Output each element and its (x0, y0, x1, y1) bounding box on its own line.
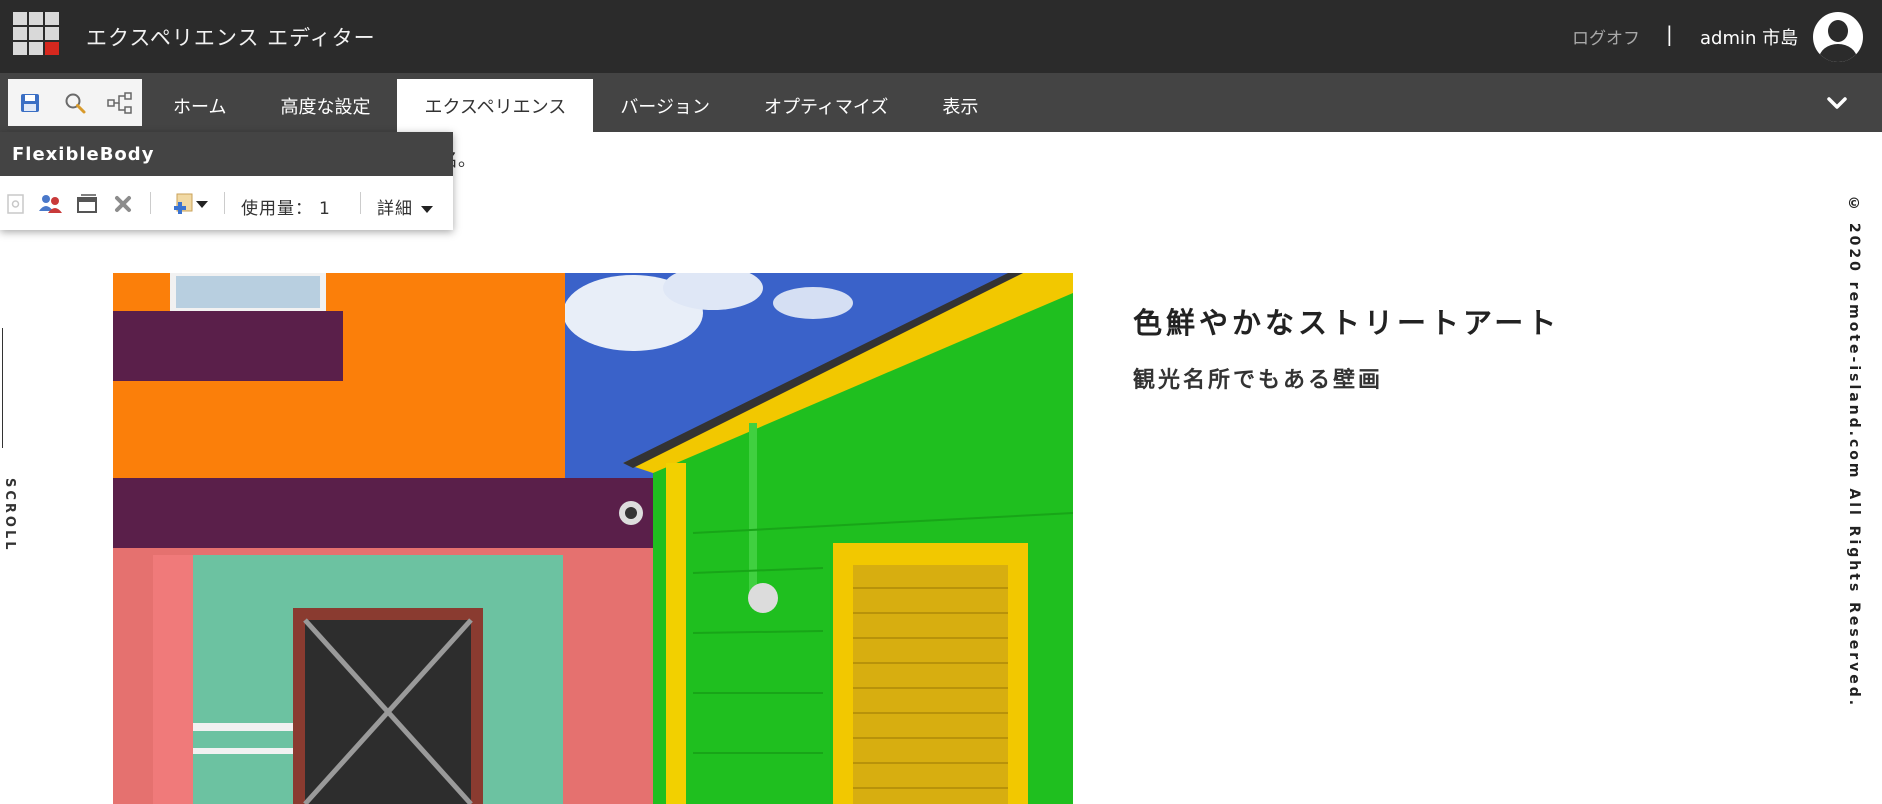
avatar[interactable] (1813, 12, 1863, 62)
delete-icon[interactable] (110, 191, 136, 217)
tab-advanced[interactable]: 高度な設定 (253, 79, 397, 132)
app-title: エクスペリエンス エディター (86, 26, 376, 50)
usage-value: 1 (319, 199, 331, 219)
tab-optimize[interactable]: オプティマイズ (737, 79, 915, 132)
street-art-photo (113, 273, 1073, 804)
usage-count: 使用量： 1 (241, 194, 331, 219)
tab-home[interactable]: ホーム (146, 79, 253, 132)
insert-component-icon[interactable] (168, 191, 212, 217)
tab-view[interactable]: 表示 (915, 79, 1005, 132)
section-subheading: 観光名所でもある壁画 (1133, 368, 1384, 393)
logoff-link[interactable]: ログオフ (1572, 24, 1640, 49)
user-name: admin 市島 (1700, 28, 1799, 49)
copyright-text: © 2020 remote-island.com All Rights Rese… (1846, 196, 1862, 709)
details-label: 詳細 (377, 199, 413, 219)
details-dropdown[interactable]: 詳細 (377, 194, 433, 219)
component-name: FlexibleBody (0, 132, 453, 176)
scroll-label: SCROLL (2, 478, 17, 553)
change-layout-icon[interactable] (74, 191, 100, 217)
details-caret (421, 205, 433, 213)
ribbon-tabs: ホーム 高度な設定 エクスペリエンス バージョン オプティマイズ 表示 (146, 79, 1005, 132)
section-heading: 色鮮やかなストリートアート (1133, 306, 1561, 340)
chevron-down-icon[interactable] (1823, 89, 1851, 117)
scroll-indicator-line (2, 328, 3, 448)
select-parent-icon[interactable] (3, 191, 29, 217)
save-icon[interactable] (16, 89, 44, 117)
app-launcher-icon[interactable] (13, 12, 61, 58)
search-icon[interactable] (61, 89, 89, 117)
component-toolbar: FlexibleBody 使用量： 1 詳細 (0, 132, 453, 230)
tab-experience[interactable]: エクスペリエンス (397, 79, 594, 132)
navigation-tree-icon[interactable] (106, 89, 134, 117)
insert-dropdown-caret[interactable] (196, 200, 208, 208)
tab-versions[interactable]: バージョン (593, 79, 737, 132)
usage-label: 使用量： (241, 199, 313, 219)
top-bar: エクスペリエンス エディター ログオフ | admin 市島 (0, 0, 1882, 73)
ribbon: ホーム 高度な設定 エクスペリエンス バージョン オプティマイズ 表示 (0, 73, 1882, 132)
header-separator: | (1666, 22, 1673, 46)
quick-access-toolbar (8, 79, 142, 126)
personalize-icon[interactable] (38, 191, 64, 217)
